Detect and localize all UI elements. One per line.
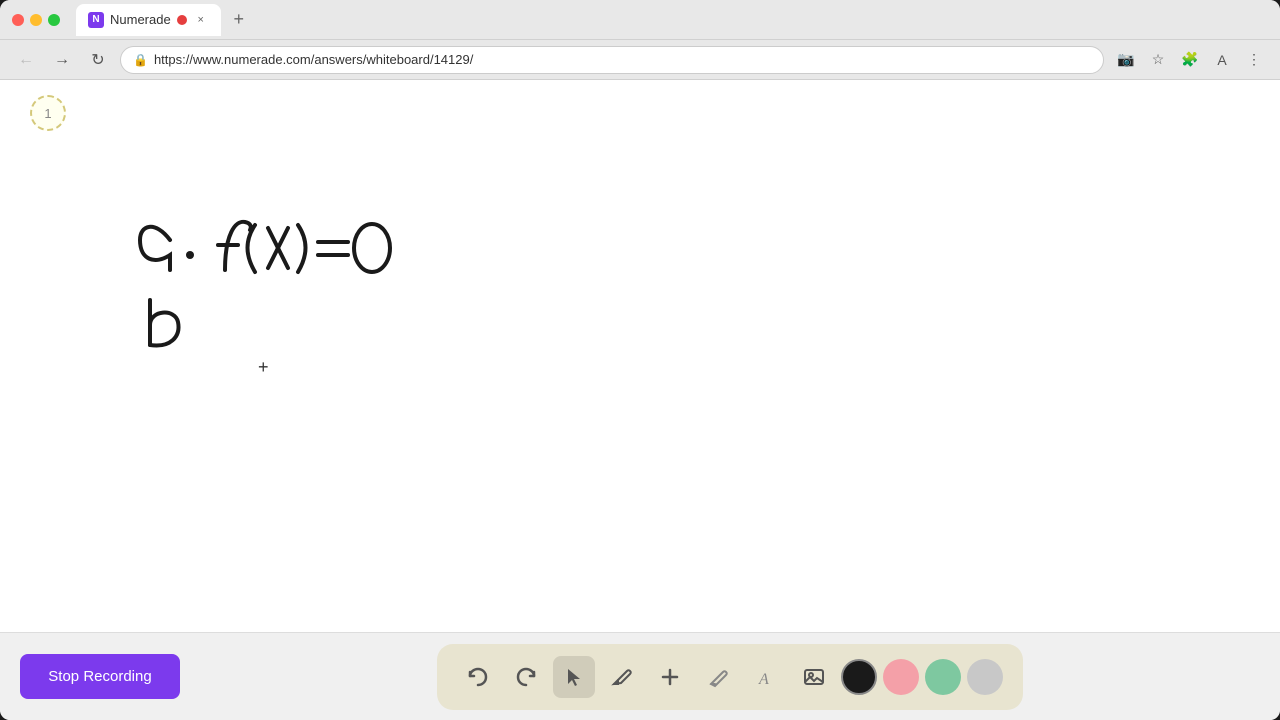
page-number: 1 (30, 95, 66, 131)
stop-recording-button[interactable]: Stop Recording (20, 654, 180, 699)
eraser-tool-button[interactable] (697, 656, 739, 698)
maximize-window-button[interactable] (48, 14, 60, 26)
drawing-toolbar: A (437, 644, 1023, 710)
bookmark-button[interactable]: ☆ (1144, 46, 1172, 74)
browser-window: N Numerade × + ← → ↻ 🔒 https://www.numer… (0, 0, 1280, 720)
active-tab[interactable]: N Numerade × (76, 4, 221, 36)
tab-label: Numerade (110, 12, 171, 27)
url-bar[interactable]: 🔒 https://www.numerade.com/answers/white… (120, 46, 1104, 74)
whiteboard[interactable]: 1 (0, 80, 1280, 632)
tab-close-button[interactable]: × (193, 12, 209, 28)
pen-tool-button[interactable] (601, 656, 643, 698)
text-tool-button[interactable]: A (745, 656, 787, 698)
new-tab-button[interactable]: + (225, 6, 253, 34)
redo-button[interactable] (505, 656, 547, 698)
undo-button[interactable] (457, 656, 499, 698)
cursor-crosshair: + (258, 358, 269, 376)
color-green-button[interactable] (925, 659, 961, 695)
menu-button[interactable]: ⋮ (1240, 46, 1268, 74)
color-pink-button[interactable] (883, 659, 919, 695)
address-bar: ← → ↻ 🔒 https://www.numerade.com/answers… (0, 40, 1280, 80)
tab-favicon: N (88, 12, 104, 28)
minimize-window-button[interactable] (30, 14, 42, 26)
back-button[interactable]: ← (12, 46, 40, 74)
bottom-toolbar: Stop Recording (0, 632, 1280, 720)
color-gray-button[interactable] (967, 659, 1003, 695)
svg-text:A: A (758, 671, 769, 688)
traffic-lights (12, 14, 60, 26)
add-button[interactable] (649, 656, 691, 698)
image-tool-button[interactable] (793, 656, 835, 698)
cast-button[interactable]: 📷 (1112, 46, 1140, 74)
color-black-button[interactable] (841, 659, 877, 695)
url-text: https://www.numerade.com/answers/whitebo… (154, 52, 473, 67)
select-tool-button[interactable] (553, 656, 595, 698)
extensions-button[interactable]: 🧩 (1176, 46, 1204, 74)
tab-bar: N Numerade × + (76, 4, 1268, 36)
close-window-button[interactable] (12, 14, 24, 26)
content-area[interactable]: 1 (0, 80, 1280, 632)
lock-icon: 🔒 (133, 53, 148, 67)
forward-button[interactable]: → (48, 46, 76, 74)
reload-button[interactable]: ↻ (84, 46, 112, 74)
math-drawing (120, 160, 620, 360)
title-bar: N Numerade × + (0, 0, 1280, 40)
browser-actions: 📷 ☆ 🧩 A ⋮ (1112, 46, 1268, 74)
profile-button[interactable]: A (1208, 46, 1236, 74)
recording-dot (177, 15, 187, 25)
